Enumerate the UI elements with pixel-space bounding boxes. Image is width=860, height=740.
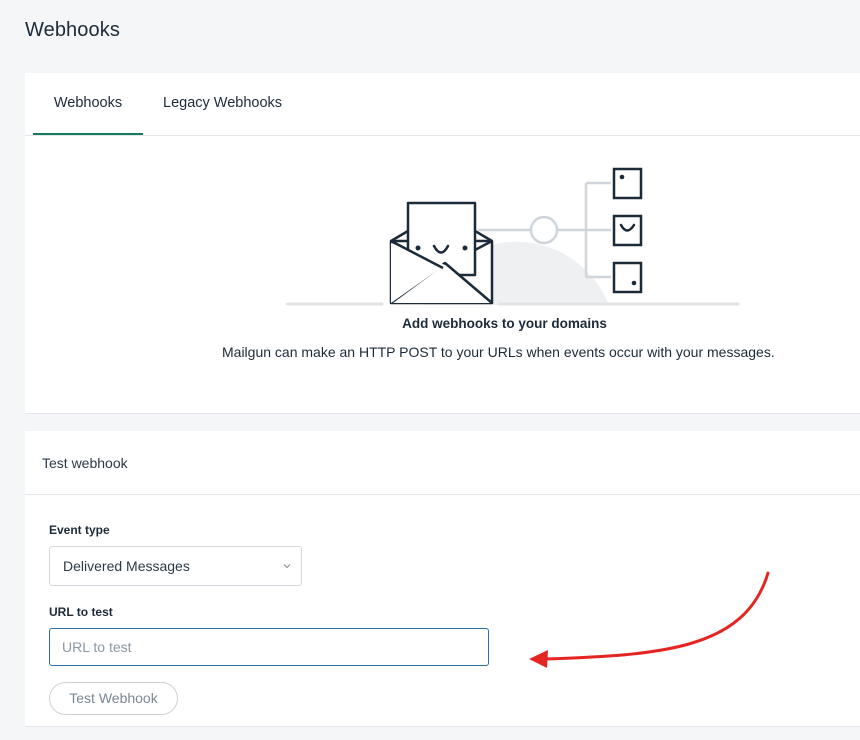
test-webhook-header: Test webhook <box>25 431 860 495</box>
event-type-value: Delivered Messages <box>63 558 190 574</box>
chevron-down-icon <box>283 564 291 569</box>
url-to-test-input[interactable] <box>49 628 489 666</box>
webhooks-empty-illustration <box>285 167 740 306</box>
url-to-test-label: URL to test <box>49 605 113 619</box>
tab-legacy-webhooks[interactable]: Legacy Webhooks <box>163 73 282 135</box>
webhooks-card: Webhooks Legacy Webhooks Add webhooks to… <box>25 73 860 414</box>
test-webhook-card: Test webhook Event type Delivered Messag… <box>25 431 860 727</box>
event-type-select[interactable]: Delivered Messages <box>49 546 302 586</box>
test-webhook-button[interactable]: Test Webhook <box>49 682 178 715</box>
test-webhook-title: Test webhook <box>42 455 128 471</box>
event-type-label: Event type <box>49 523 110 537</box>
empty-state-title: Add webhooks to your domains <box>402 316 607 331</box>
empty-state-description: Mailgun can make an HTTP POST to your UR… <box>222 344 775 360</box>
hub-circle <box>529 215 559 245</box>
tab-bar: Webhooks Legacy Webhooks <box>25 73 860 136</box>
page-title: Webhooks <box>25 19 120 41</box>
tab-webhooks[interactable]: Webhooks <box>33 73 143 135</box>
